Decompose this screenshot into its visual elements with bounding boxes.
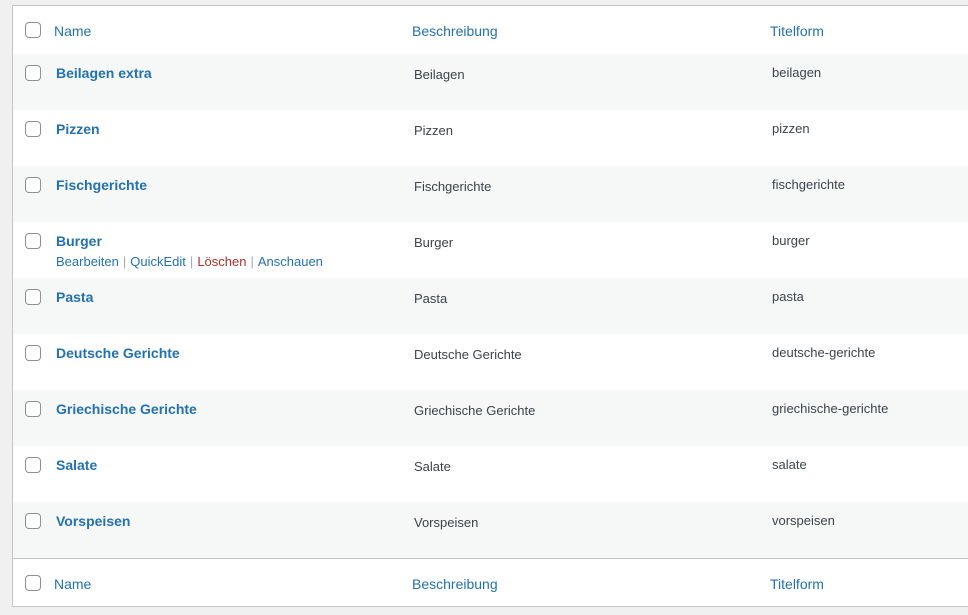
term-name-link[interactable]: Pizzen [56, 121, 100, 137]
term-name-link[interactable]: Fischgerichte [56, 177, 147, 193]
term-name-link[interactable]: Deutsche Gerichte [56, 345, 180, 361]
term-slug: burger [772, 233, 810, 248]
row-actions: Bearbeiten | QuickEdit | Löschen | Anschauen [56, 254, 323, 269]
term-slug: vorspeisen [772, 513, 835, 528]
term-slug: pizzen [772, 121, 810, 136]
select-all-checkbox[interactable] [25, 22, 41, 38]
row-checkbox[interactable] [25, 513, 41, 529]
term-name-link[interactable]: Griechische Gerichte [56, 401, 197, 417]
table-header: Name Beschreibung Titelform [13, 6, 968, 55]
table-row: Salate Salate salate [13, 446, 968, 502]
action-separator: | [122, 254, 127, 269]
term-description: Pizzen [414, 123, 454, 138]
table-footer: Name Beschreibung Titelform [13, 558, 968, 606]
row-checkbox[interactable] [25, 121, 41, 137]
term-name-link[interactable]: Burger [56, 233, 102, 249]
terms-table: Name Beschreibung Titelform Beilagen ext… [12, 5, 968, 607]
term-slug: pasta [772, 289, 804, 304]
row-checkbox[interactable] [25, 401, 41, 417]
table-row: Deutsche Gerichte Deutsche Gerichte deut… [13, 334, 968, 390]
table-row: Fischgerichte Fischgerichte fischgericht… [13, 166, 968, 222]
action-separator: | [189, 254, 194, 269]
table-row: Vorspeisen Vorspeisen vorspeisen [13, 502, 968, 558]
select-all-checkbox-footer[interactable] [25, 575, 41, 591]
term-description: Vorspeisen [414, 515, 479, 530]
term-description: Beilagen [414, 67, 465, 82]
row-checkbox[interactable] [25, 177, 41, 193]
edit-link[interactable]: Bearbeiten [56, 254, 119, 269]
term-description: Fischgerichte [414, 179, 492, 194]
column-footer-name[interactable]: Name [54, 576, 91, 592]
quick-edit-link[interactable]: QuickEdit [130, 254, 186, 269]
row-checkbox[interactable] [25, 289, 41, 305]
term-description: Deutsche Gerichte [414, 347, 522, 362]
term-slug: fischgerichte [772, 177, 845, 192]
column-footer-slug[interactable]: Titelform [770, 576, 824, 592]
term-description: Burger [414, 235, 454, 250]
table-row: Burger Bearbeiten | QuickEdit | Löschen | Ansc… [13, 222, 968, 278]
table-row: Griechische Gerichte Griechische Gericht… [13, 390, 968, 446]
term-slug: deutsche-gerichte [772, 345, 876, 360]
table-row: Beilagen extra Beilagen beilagen [13, 54, 968, 110]
column-header-description[interactable]: Beschreibung [412, 23, 498, 39]
delete-link[interactable]: Löschen [197, 254, 246, 269]
column-header-slug[interactable]: Titelform [770, 23, 824, 39]
column-footer-description[interactable]: Beschreibung [412, 576, 498, 592]
term-slug: griechische-gerichte [772, 401, 889, 416]
row-checkbox[interactable] [25, 345, 41, 361]
action-separator: | [250, 254, 254, 269]
table-row: Pasta Pasta pasta [13, 278, 968, 334]
column-header-name[interactable]: Name [54, 23, 91, 39]
term-description: Salate [414, 459, 451, 474]
term-description: Pasta [414, 291, 448, 306]
term-name-link[interactable]: Vorspeisen [56, 513, 130, 529]
term-slug: salate [772, 457, 807, 472]
view-link[interactable]: Anschauen [258, 254, 323, 269]
term-name-link[interactable]: Beilagen extra [56, 65, 152, 81]
row-checkbox[interactable] [25, 233, 41, 249]
term-slug: beilagen [772, 65, 822, 80]
term-name-link[interactable]: Pasta [56, 289, 93, 305]
row-checkbox[interactable] [25, 65, 41, 81]
table-row: Pizzen Pizzen pizzen [13, 110, 968, 166]
term-description: Griechische Gerichte [414, 403, 536, 418]
term-name-link[interactable]: Salate [56, 457, 97, 473]
row-checkbox[interactable] [25, 457, 41, 473]
